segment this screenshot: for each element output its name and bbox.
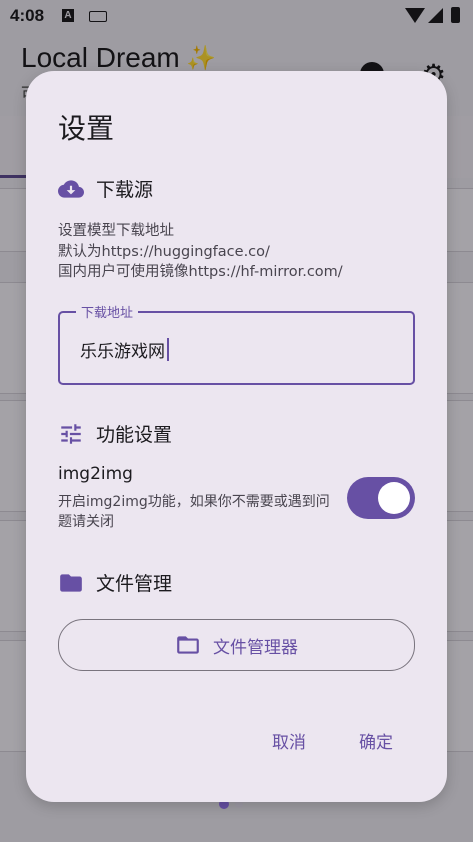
settings-dialog: 设置 下载源 设置模型下载地址 默认为https://huggingface.c… — [26, 71, 447, 802]
download-description: 设置模型下载地址 默认为https://huggingface.co/ 国内用户… — [58, 221, 428, 283]
tune-icon — [61, 423, 81, 444]
download-url-field-value: 乐乐游戏网 — [80, 342, 165, 362]
download-desc-line: 国内用户可使用镜像https://hf-mirror.com/ — [58, 264, 343, 280]
img2img-toggle[interactable] — [347, 477, 415, 519]
cancel-button[interactable]: 取消 — [272, 728, 306, 753]
text-cursor — [167, 338, 169, 361]
folder-icon — [60, 573, 82, 592]
download-section-header: 下载源 — [58, 175, 153, 202]
confirm-button[interactable]: 确定 — [359, 728, 393, 753]
feature-section-header: 功能设置 — [58, 420, 172, 447]
cloud-download-icon — [58, 179, 84, 198]
feature-section-title: 功能设置 — [96, 424, 173, 446]
download-desc-line: 设置模型下载地址 — [58, 223, 174, 239]
download-section-title: 下载源 — [96, 179, 154, 201]
download-desc-line: 默认为https://huggingface.co/ — [58, 243, 270, 260]
toggle-thumb — [378, 482, 410, 514]
screen: 4:08 A Local Dream ✨ 可 ⚙ 设置 下载源 设置模型下载地址 — [0, 0, 473, 842]
download-url-field[interactable]: 下载地址 乐乐游戏网 — [58, 302, 415, 385]
download-url-field-label: 下载地址 — [76, 302, 139, 321]
file-section-header: 文件管理 — [58, 569, 172, 596]
img2img-title: img2img — [58, 464, 133, 484]
dialog-title: 设置 — [58, 112, 115, 145]
folder-outline-icon — [177, 636, 199, 654]
file-manager-button[interactable]: 文件管理器 — [58, 619, 415, 671]
file-section-title: 文件管理 — [96, 573, 173, 595]
file-manager-button-label: 文件管理器 — [213, 637, 298, 658]
img2img-description: 开启img2img功能，如果你不需要或遇到问题请关闭 — [58, 494, 330, 530]
